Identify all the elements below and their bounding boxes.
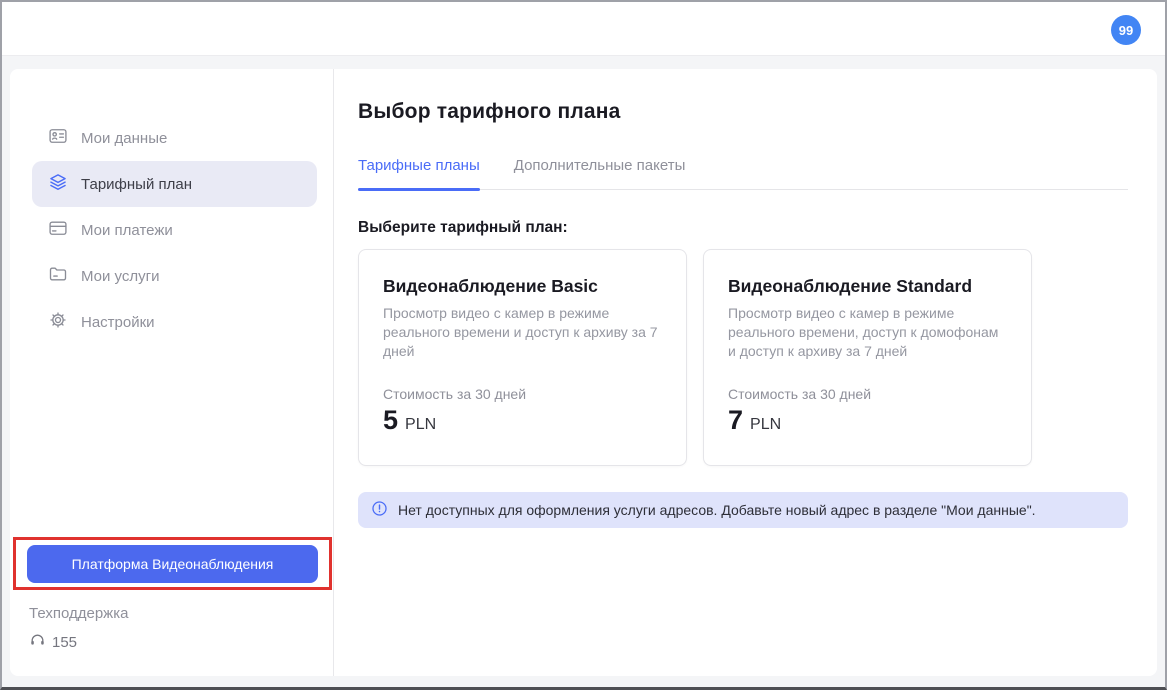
plan-name: Видеонаблюдение Standard (728, 276, 1007, 297)
price-row: 5 PLN (383, 405, 662, 436)
platform-button[interactable]: Платформа Видеонаблюдения (27, 545, 318, 583)
sidebar-item-label: Тарифный план (81, 176, 192, 193)
headset-icon (29, 632, 46, 653)
tab-additional-packages[interactable]: Дополнительные пакеты (514, 141, 686, 189)
price-currency: PLN (750, 416, 781, 434)
gear-icon (48, 310, 68, 334)
notification-badge[interactable]: 99 (1111, 15, 1141, 45)
annotation-highlight: Платформа Видеонаблюдения (13, 537, 332, 590)
support-phone-number: 155 (52, 634, 77, 651)
plan-cards: Видеонаблюдение Basic Просмотр видео с к… (358, 249, 1157, 466)
sidebar-item-label: Мои платежи (81, 222, 173, 239)
sidebar: Мои данные Тарифный план (10, 69, 334, 676)
support-phone: 155 (29, 632, 77, 653)
sidebar-item-my-data[interactable]: Мои данные (10, 115, 333, 161)
price-value: 7 (728, 405, 743, 436)
notice-text: Нет доступных для оформления услуги адре… (398, 502, 1036, 518)
price-label: Стоимость за 30 дней (728, 386, 1007, 402)
folder-icon (48, 264, 68, 288)
tab-tariff-plans[interactable]: Тарифные планы (358, 141, 480, 189)
layers-icon (48, 172, 68, 196)
sidebar-item-label: Мои данные (81, 130, 167, 147)
plan-name: Видеонаблюдение Basic (383, 276, 662, 297)
sidebar-item-label: Настройки (81, 314, 155, 331)
id-card-icon (48, 126, 68, 150)
plan-description: Просмотр видео с камер в режиме реальног… (383, 304, 662, 361)
price-row: 7 PLN (728, 405, 1007, 436)
sidebar-menu: Мои данные Тарифный план (10, 69, 333, 345)
sidebar-item-tariff-plan[interactable]: Тарифный план (32, 161, 317, 207)
top-bar: 99 (2, 2, 1165, 56)
sidebar-item-my-services[interactable]: Мои услуги (10, 253, 333, 299)
tab-bar: Тарифные планы Дополнительные пакеты (358, 141, 1128, 190)
sidebar-item-settings[interactable]: Настройки (10, 299, 333, 345)
price-value: 5 (383, 405, 398, 436)
price-currency: PLN (405, 416, 436, 434)
price-label: Стоимость за 30 дней (383, 386, 662, 402)
plan-card-standard[interactable]: Видеонаблюдение Standard Просмотр видео … (703, 249, 1032, 466)
sidebar-item-label: Мои услуги (81, 268, 160, 285)
plan-description: Просмотр видео с камер в режиме реальног… (728, 304, 1007, 361)
main-content: Выбор тарифного плана Тарифные планы Доп… (334, 69, 1157, 676)
app-window: 99 Мои данные (0, 0, 1167, 690)
content-panel: Мои данные Тарифный план (10, 69, 1157, 676)
page-title: Выбор тарифного плана (358, 99, 1157, 125)
info-icon (371, 500, 388, 520)
section-heading: Выберите тарифный план: (358, 219, 1157, 237)
no-address-notice: Нет доступных для оформления услуги адре… (358, 492, 1128, 528)
credit-card-icon (48, 218, 68, 242)
plan-card-basic[interactable]: Видеонаблюдение Basic Просмотр видео с к… (358, 249, 687, 466)
support-label: Техподдержка (29, 605, 128, 622)
sidebar-item-my-payments[interactable]: Мои платежи (10, 207, 333, 253)
